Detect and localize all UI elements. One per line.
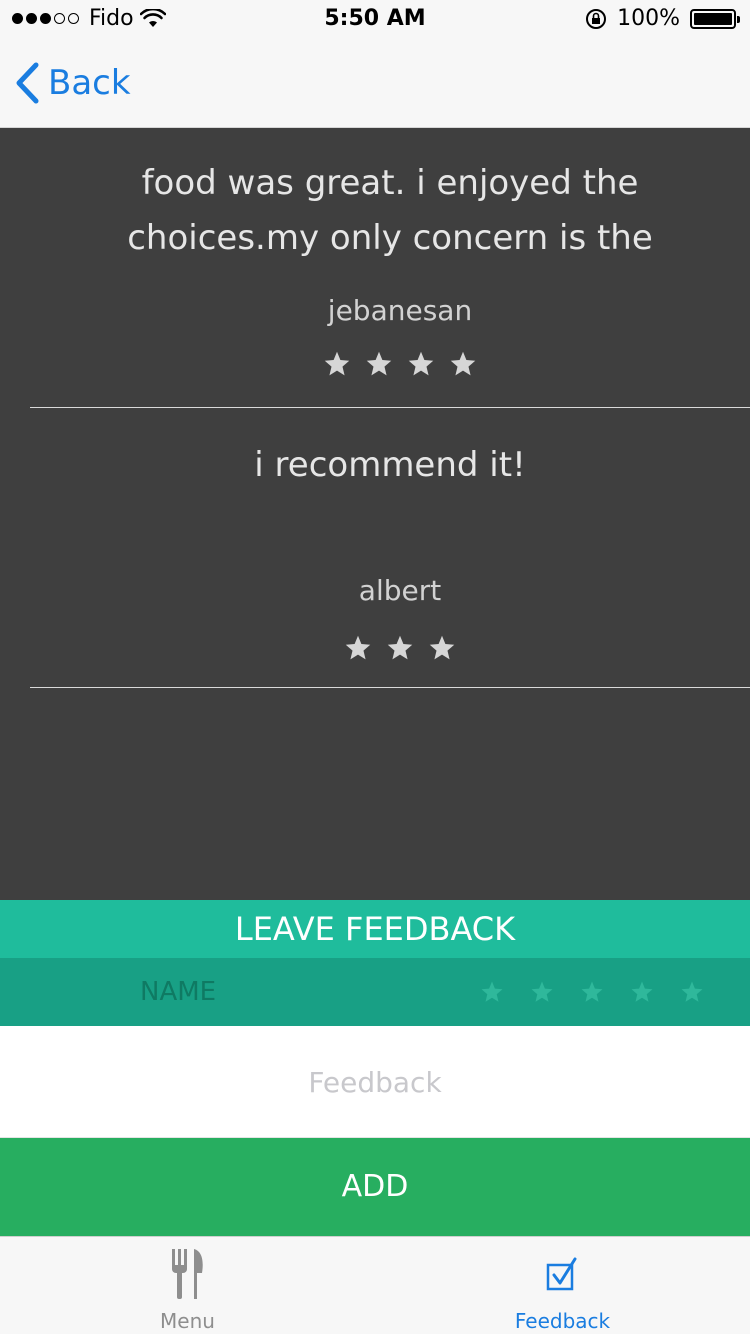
back-button[interactable]: Back <box>14 62 131 104</box>
review-text: food was great. i enjoyed the choices.my… <box>127 163 653 258</box>
star-icon[interactable] <box>580 980 604 1004</box>
star-icon <box>408 351 434 376</box>
star-icon <box>324 351 350 376</box>
name-rating-row <box>0 958 750 1026</box>
tab-menu-label: Menu <box>160 1309 215 1333</box>
review-text: i recommend it! <box>254 445 526 485</box>
chevron-left-icon <box>16 62 39 104</box>
tab-feedback-label: Feedback <box>514 1309 611 1333</box>
star-icon <box>366 351 392 376</box>
star-icon[interactable] <box>480 980 504 1004</box>
back-label: Back <box>48 63 131 103</box>
review-rating <box>30 634 750 662</box>
fork-knife-icon <box>171 1249 203 1299</box>
star-icon <box>429 635 455 660</box>
battery-percent: 100% <box>617 6 680 31</box>
feedback-box <box>0 1026 750 1138</box>
status-right: 100% <box>585 6 740 31</box>
status-bar: Fido 5:50 AM 100% <box>0 0 750 40</box>
review-card: food was great. i enjoyed the choices.my… <box>30 156 750 408</box>
feedback-input[interactable] <box>0 1026 750 1138</box>
star-icon <box>387 635 413 660</box>
checkbox-icon <box>546 1257 576 1291</box>
rotation-lock-icon <box>586 8 607 29</box>
star-icon[interactable] <box>680 980 704 1004</box>
review-author: albert <box>358 574 442 607</box>
tab-menu[interactable]: Menu <box>0 1237 375 1334</box>
reviews-list: food was great. i enjoyed the choices.my… <box>0 128 750 900</box>
add-button[interactable]: ADD <box>0 1138 750 1236</box>
star-icon[interactable] <box>530 980 554 1004</box>
tab-bar: Menu Feedback <box>0 1236 750 1334</box>
star-icon <box>450 351 476 376</box>
star-icon <box>345 635 371 660</box>
navigation-bar: Back <box>0 40 750 128</box>
battery-icon <box>690 8 740 29</box>
tab-feedback[interactable]: Feedback <box>375 1237 750 1334</box>
leave-feedback-header: LEAVE FEEDBACK <box>0 900 750 958</box>
name-input[interactable] <box>140 972 420 1012</box>
star-icon[interactable] <box>630 980 654 1004</box>
review-card: i recommend it! albert <box>30 408 750 688</box>
rating-selector[interactable] <box>480 980 704 1004</box>
review-rating <box>30 350 750 378</box>
review-author: jebanesan <box>327 294 473 327</box>
